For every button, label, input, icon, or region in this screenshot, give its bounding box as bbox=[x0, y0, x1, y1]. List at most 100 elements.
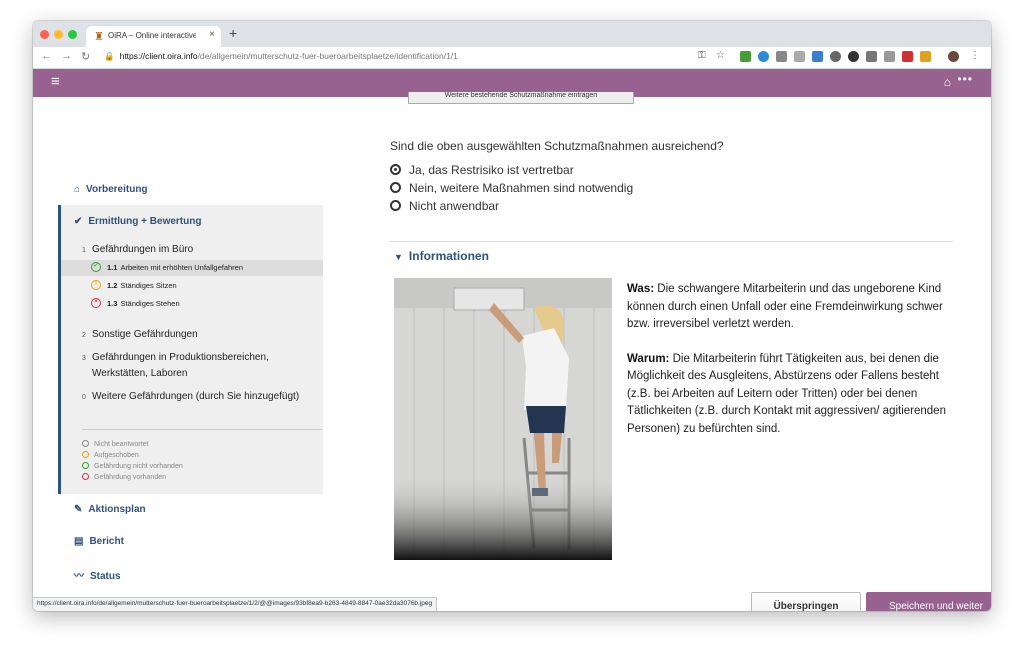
ok-icon bbox=[82, 462, 89, 469]
collapse-triangle-icon: ▼ bbox=[394, 252, 403, 262]
nav-aktionsplan[interactable]: ✎ Aktionsplan bbox=[74, 504, 146, 515]
info-toggle[interactable]: ▼ Informationen bbox=[394, 249, 489, 263]
module-label: Weitere Gefährdungen (durch Sie hinzugef… bbox=[92, 391, 300, 402]
extension-icon[interactable] bbox=[776, 51, 787, 62]
legend-label: Gefährdung nicht vorhanden bbox=[94, 463, 183, 470]
star-icon[interactable]: ☆ bbox=[716, 50, 725, 61]
hamburger-menu-icon[interactable]: ≡ bbox=[51, 73, 60, 90]
tab-title: OiRA – Online interactive Risk A bbox=[108, 31, 196, 40]
module-number: 2 bbox=[82, 332, 86, 339]
url-path: /de/allgemein/mutterschutz-fuer-bueroarb… bbox=[197, 51, 458, 61]
legend-divider bbox=[82, 429, 322, 430]
warum-label: Warum: bbox=[627, 352, 670, 365]
reload-icon[interactable]: ↻ bbox=[81, 50, 90, 63]
skip-button[interactable]: Überspringen bbox=[751, 592, 861, 611]
legend-risk: Gefährdung vorhanden bbox=[82, 473, 166, 481]
module-label-line2[interactable]: Werkstätten, Laboren bbox=[92, 368, 187, 379]
option-label: Nein, weitere Maßnahmen sind notwendig bbox=[409, 181, 634, 195]
home-icon: ⌂ bbox=[74, 184, 81, 195]
was-paragraph: Was: Die schwangere Mitarbeiterin und da… bbox=[627, 281, 957, 334]
section-divider bbox=[390, 241, 953, 242]
risk-item-1-1[interactable]: ✓ 1.1 Arbeiten mit erhöhten Unfallgefahre… bbox=[61, 260, 323, 276]
radio-unchecked[interactable] bbox=[390, 200, 401, 211]
extension-icon[interactable] bbox=[884, 51, 895, 62]
module-number: 0 bbox=[82, 394, 86, 401]
info-photo[interactable] bbox=[394, 278, 612, 560]
tab-close-icon[interactable]: × bbox=[209, 29, 215, 40]
option-no[interactable]: Nein, weitere Maßnahmen sind notwendig bbox=[390, 181, 633, 195]
extension-icon[interactable] bbox=[866, 51, 877, 62]
nav-label: Aktionsplan bbox=[88, 504, 146, 515]
module-gefaehrdungen-produktion[interactable]: 3 Gefährdungen in Produktionsbereichen, bbox=[82, 352, 269, 363]
nav-bericht[interactable]: ▤ Bericht bbox=[74, 536, 124, 547]
legend-label: Nicht beantwortet bbox=[94, 441, 149, 448]
risk-number: 1.2 bbox=[107, 281, 118, 290]
save-and-continue-button[interactable]: Speichern und weiter bbox=[866, 592, 991, 611]
add-measure-button[interactable]: Weitere bestehende Schutzmaßnahme eintra… bbox=[408, 92, 634, 104]
question-text: Sind die oben ausgewählten Schutzmaßnahm… bbox=[390, 139, 724, 153]
nav-vorbereitung[interactable]: ⌂ Vorbereitung bbox=[74, 184, 148, 195]
legend-label: Aufgeschoben bbox=[94, 452, 139, 459]
extension-icon[interactable] bbox=[830, 51, 841, 62]
risk-label: Ständiges Stehen bbox=[120, 299, 180, 308]
extension-icon[interactable] bbox=[848, 51, 859, 62]
info-title: Informationen bbox=[408, 249, 489, 263]
active-section: ✔ Ermittlung + Bewertung 1 Gefährdungen im… bbox=[58, 205, 323, 494]
home-icon[interactable]: ⌂ bbox=[944, 75, 951, 89]
extension-icon[interactable] bbox=[920, 51, 931, 62]
browser-tab[interactable]: ♜ OiRA – Online interactive Risk A × bbox=[86, 26, 221, 47]
postponed-status-icon: ! bbox=[91, 280, 101, 290]
nav-label: Status bbox=[90, 571, 121, 582]
main-content: Weitere bestehende Schutzmaßnahme eintra… bbox=[363, 92, 991, 611]
module-label: Gefährdungen im Büro bbox=[92, 244, 194, 255]
minimize-window-button[interactable] bbox=[54, 30, 63, 39]
nav-ermittlung[interactable]: ✔ Ermittlung + Bewertung bbox=[74, 216, 201, 227]
extension-icon[interactable] bbox=[794, 51, 805, 62]
nav-label: Bericht bbox=[89, 536, 124, 547]
was-label: Was: bbox=[627, 283, 655, 295]
module-gefaehrdungen-buero[interactable]: 1 Gefährdungen im Büro bbox=[82, 244, 193, 255]
risk-item-1-3[interactable]: × 1.3 Ständiges Stehen bbox=[61, 296, 323, 312]
risk-number: 1.1 bbox=[107, 263, 118, 272]
risk-item-1-2[interactable]: ! 1.2 Ständiges Sitzen bbox=[61, 278, 323, 294]
oira-favicon-icon: ♜ bbox=[94, 31, 104, 43]
extension-icon[interactable] bbox=[902, 51, 913, 62]
warum-paragraph: Warum: Die Mitarbeiterin führt Tätigkeit… bbox=[627, 351, 957, 439]
maximize-window-button[interactable] bbox=[68, 30, 77, 39]
option-not-applicable[interactable]: Nicht anwendbar bbox=[390, 199, 499, 213]
option-yes[interactable]: Ja, das Restrisiko ist vertretbar bbox=[390, 163, 574, 177]
sidebar: ⌂ Vorbereitung ✔ Ermittlung + Bewertung 1G… bbox=[33, 97, 363, 595]
new-tab-button[interactable]: + bbox=[229, 25, 237, 41]
close-window-button[interactable] bbox=[40, 30, 49, 39]
radio-unchecked[interactable] bbox=[390, 182, 401, 193]
extension-icon[interactable] bbox=[740, 51, 751, 62]
extension-icon[interactable] bbox=[758, 51, 769, 62]
profile-avatar[interactable] bbox=[948, 51, 959, 62]
browser-toolbar: ← → ↻ 🔒 https://client.oira.info/de/allge… bbox=[33, 47, 991, 69]
was-text: Die schwangere Mitarbeiterin und das ung… bbox=[627, 283, 943, 330]
risk-label: Arbeiten mit erhöhten Unfallgefahren bbox=[120, 263, 244, 272]
nav-label: Vorbereitung bbox=[86, 184, 148, 195]
status-bar-url: https://client.oira.info/de/allgemein/mu… bbox=[33, 597, 438, 611]
module-sonstige-gefaehrdungen[interactable]: 2 Sonstige Gefährdungen bbox=[82, 329, 198, 340]
check-circle-icon: ✔ bbox=[74, 216, 83, 227]
module-label: Gefährdungen in Produktionsbereichen, bbox=[92, 352, 269, 363]
forward-arrow-icon[interactable]: → bbox=[61, 50, 72, 62]
info-description: Was: Die schwangere Mitarbeiterin und da… bbox=[627, 281, 957, 455]
module-weitere-gefaehrdungen[interactable]: 0 Weitere Gefährdungen (durch Sie hinzuge… bbox=[82, 391, 299, 402]
radio-checked[interactable] bbox=[390, 164, 401, 175]
risk-status-icon: × bbox=[91, 298, 101, 308]
legend-unanswered: Nicht beantwortet bbox=[82, 440, 148, 448]
chart-line-icon: 〰 bbox=[74, 571, 84, 582]
browser-menu-icon[interactable]: ⋮ bbox=[970, 50, 980, 61]
extension-icon[interactable] bbox=[812, 51, 823, 62]
nav-status[interactable]: 〰 Status bbox=[74, 567, 121, 582]
legend-no-risk: Gefährdung nicht vorhanden bbox=[82, 462, 183, 470]
legend-postponed: Aufgeschoben bbox=[82, 451, 139, 459]
back-arrow-icon[interactable]: ← bbox=[41, 50, 52, 62]
browser-window: ♜ OiRA – Online interactive Risk A × + ←… bbox=[33, 21, 991, 611]
key-icon[interactable]: ⚿ bbox=[698, 50, 706, 61]
more-options-icon[interactable]: ••• bbox=[957, 72, 973, 86]
address-bar[interactable]: 🔒 https://client.oira.info/de/allgemein/m… bbox=[104, 51, 458, 62]
legend-label: Gefährdung vorhanden bbox=[94, 474, 166, 481]
